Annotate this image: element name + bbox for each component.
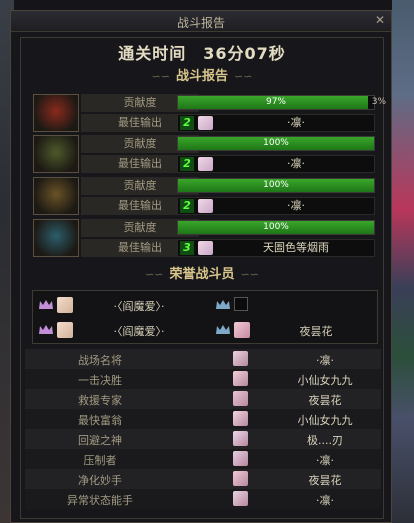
contribution-bar: 97% 3%	[177, 95, 386, 110]
award-winner: 小仙女九九	[297, 374, 353, 387]
player-avatar[interactable]	[33, 135, 79, 173]
best-output-name: ·凛·	[287, 157, 305, 170]
best-output-field: 2 ·凛·	[177, 114, 375, 132]
contribution-value: 100%	[263, 180, 289, 190]
honor-member-empty[interactable]	[216, 297, 366, 317]
award-winner: 极....刃	[307, 434, 343, 447]
best-output-avatar	[198, 199, 213, 213]
player-avatar[interactable]	[33, 177, 79, 215]
award-title: 回避之神	[78, 434, 122, 447]
award-row: 最快富翁 小仙女九九	[25, 409, 381, 429]
contribution-value: 100%	[263, 222, 289, 232]
contribution-bar: 100%	[177, 178, 375, 193]
award-winner: 小仙女九九	[297, 414, 353, 427]
crown-icon	[39, 300, 53, 309]
award-row: 战场名将 ·凛·	[25, 349, 381, 369]
award-row: 救援专家 夜昙花	[25, 389, 381, 409]
award-row: 回避之神 极....刃	[25, 429, 381, 449]
avatar	[57, 322, 73, 338]
award-title: 异常状态能手	[67, 494, 133, 507]
honor-member[interactable]: ·〈阎魔爱〉·	[39, 322, 209, 342]
title-bar[interactable]: 战斗报告 ✕	[11, 11, 391, 32]
award-winner-avatar	[233, 491, 248, 506]
award-winner: ·凛·	[316, 454, 334, 467]
best-output-name: ·凛·	[287, 199, 305, 212]
award-title: 一击决胜	[78, 374, 122, 387]
award-winner: ·凛·	[316, 494, 334, 507]
report-section-title: ∽∽ 战斗报告 ∽∽	[11, 65, 393, 84]
best-output-name: ·凛·	[287, 116, 305, 129]
award-winner-avatar	[233, 411, 248, 426]
player-row: 贡献度 最佳输出 97% 3% 2 ·凛·	[33, 94, 386, 132]
contribution-bar: 100%	[177, 136, 375, 151]
award-winner-avatar	[233, 431, 248, 446]
award-title: 救援专家	[78, 394, 122, 407]
award-winner-avatar	[233, 471, 248, 486]
award-title: 净化妙手	[78, 474, 122, 487]
honor-members-panel: ·〈阎魔爱〉· ·〈阎魔爱〉· 夜昙花	[32, 290, 378, 344]
best-output-count: 2	[180, 116, 194, 130]
award-title: 最快富翁	[78, 414, 122, 427]
best-output-field: 3 天圄色等烟雨	[177, 239, 375, 257]
best-output-field: 2 ·凛·	[177, 155, 375, 173]
award-winner: 夜昙花	[308, 394, 342, 407]
award-row: 压制者 ·凛·	[25, 449, 381, 469]
contribution-value: 97%	[265, 97, 286, 107]
honor-title-text: 荣誉战斗员	[169, 267, 235, 282]
honor-member-name: ·〈阎魔爱〉·	[113, 300, 165, 313]
contribution-bar: 100%	[177, 220, 375, 235]
award-title: 压制者	[83, 454, 117, 467]
best-output-count: 2	[180, 157, 194, 171]
award-winner-avatar	[233, 351, 248, 366]
honor-member[interactable]: 夜昙花	[216, 322, 376, 342]
best-output-field: 2 ·凛·	[177, 197, 375, 215]
best-output-avatar	[198, 157, 213, 171]
honor-member-name: ·〈阎魔爱〉·	[113, 325, 165, 338]
crown-icon	[216, 325, 230, 334]
battle-report-window: 战斗报告 ✕ 通关时间 36分07秒 ∽∽ 战斗报告 ∽∽ 贡献度 最佳输出 97%…	[10, 10, 392, 523]
ornament-left: ∽∽	[145, 268, 164, 281]
player-row: 贡献度 最佳输出 100% 3 天圄色等烟雨	[33, 219, 377, 257]
player-row: 贡献度 最佳输出 100% 2 ·凛·	[33, 177, 377, 215]
award-winner-avatar	[233, 371, 248, 386]
award-winner-avatar	[233, 451, 248, 466]
best-output-name: 天圄色等烟雨	[263, 241, 329, 254]
award-row: 一击决胜 小仙女九九	[25, 369, 381, 389]
player-row: 贡献度 最佳输出 100% 2 ·凛·	[33, 135, 377, 173]
clear-time: 通关时间 36分07秒	[118, 44, 286, 63]
window-title: 战斗报告	[176, 16, 225, 30]
crown-icon	[216, 300, 230, 309]
close-icon[interactable]: ✕	[373, 13, 387, 27]
ornament-left: ∽∽	[151, 70, 170, 83]
award-title: 战场名将	[78, 354, 122, 367]
avatar	[234, 322, 250, 338]
honor-member[interactable]: ·〈阎魔爱〉·	[39, 297, 209, 317]
contribution-value: 100%	[263, 138, 289, 148]
awards-list: 战场名将 ·凛· 一击决胜 小仙女九九 救援专家 夜昙花 最快富翁 小仙女九九 …	[25, 349, 381, 509]
ornament-right: ∽∽	[240, 268, 259, 281]
award-winner: ·凛·	[316, 354, 334, 367]
best-output-avatar	[198, 116, 213, 130]
ornament-right: ∽∽	[234, 70, 253, 83]
award-winner: 夜昙花	[308, 474, 342, 487]
player-avatar[interactable]	[33, 94, 79, 132]
report-title-text: 战斗报告	[175, 69, 228, 84]
best-output-avatar	[198, 241, 213, 255]
contribution-extra: 3%	[371, 97, 386, 107]
honor-section-title: ∽∽ 荣誉战斗员 ∽∽	[11, 263, 393, 282]
best-output-count: 3	[180, 241, 194, 255]
award-winner-avatar	[233, 391, 248, 406]
avatar	[57, 297, 73, 313]
crown-icon	[39, 325, 53, 334]
honor-member-name: 夜昙花	[299, 325, 333, 338]
background-right	[392, 0, 414, 523]
award-row: 净化妙手 夜昙花	[25, 469, 381, 489]
player-avatar[interactable]	[33, 219, 79, 257]
empty-avatar-slot	[234, 297, 248, 311]
best-output-count: 2	[180, 199, 194, 213]
award-row: 异常状态能手 ·凛·	[25, 489, 381, 509]
